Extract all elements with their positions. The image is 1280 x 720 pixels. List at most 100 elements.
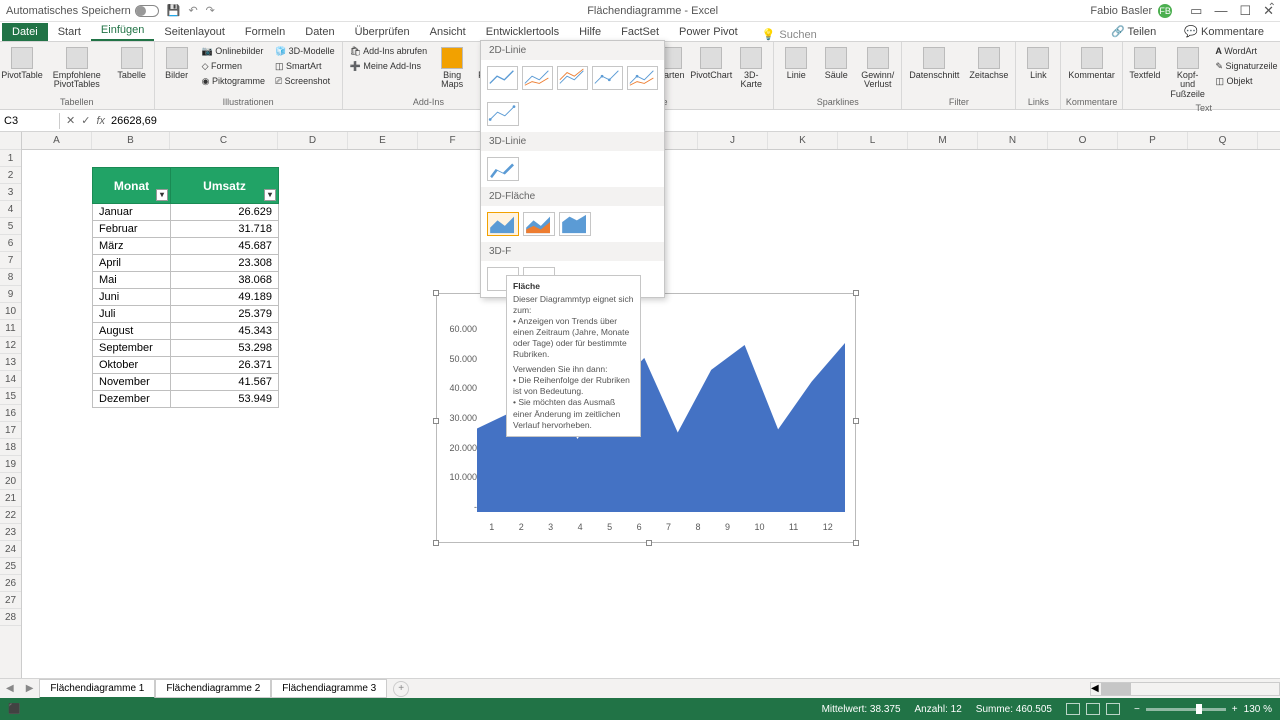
data-table[interactable]: Monat▾ Umsatz▾ Januar26.629 Februar31.71… bbox=[92, 167, 279, 408]
chart-object[interactable]: 60.00050.00040.00030.00020.00010.000- 12… bbox=[436, 293, 856, 543]
bing-icon bbox=[441, 47, 463, 69]
share-button[interactable]: 🔗 Teilen bbox=[1101, 22, 1166, 41]
tab-entwickler[interactable]: Entwicklertools bbox=[476, 23, 569, 41]
chart-type-dropdown[interactable]: 2D-Linie 3D-Linie 2D-Fläche 3D-F bbox=[480, 40, 665, 298]
sheet-nav-next[interactable]: ▶ bbox=[20, 683, 40, 694]
wordart[interactable]: 𝐀 WordArt bbox=[1215, 45, 1277, 58]
resize-handle[interactable] bbox=[433, 418, 439, 424]
resize-handle[interactable] bbox=[853, 418, 859, 424]
resize-handle[interactable] bbox=[433, 540, 439, 546]
filter-dropdown-icon[interactable]: ▾ bbox=[264, 189, 276, 201]
sparkline-winloss[interactable]: Gewinn/ Verlust bbox=[858, 45, 897, 92]
autosave-label: Automatisches Speichern bbox=[6, 5, 131, 17]
line-chart-6[interactable] bbox=[487, 102, 519, 126]
horizontal-scrollbar[interactable]: ◀ bbox=[1090, 682, 1280, 696]
search-box[interactable]: 💡 Suchen bbox=[762, 28, 817, 41]
redo-icon[interactable]: ↷ bbox=[206, 4, 215, 17]
autosave-toggle[interactable]: Automatisches Speichern bbox=[6, 5, 159, 17]
textbox-button[interactable]: Textfeld bbox=[1127, 45, 1163, 82]
maximize-icon[interactable]: ☐ bbox=[1239, 3, 1251, 19]
sheet-nav-prev[interactable]: ◀ bbox=[0, 683, 20, 694]
record-icon[interactable]: ⬛ bbox=[8, 704, 20, 715]
smartart[interactable]: ◫ SmartArt bbox=[275, 60, 335, 73]
3dmap-button[interactable]: 3D- Karte bbox=[733, 45, 769, 92]
line-chart-2[interactable] bbox=[522, 66, 553, 90]
group-kommentare: Kommentare bbox=[1065, 95, 1118, 108]
cancel-fx-icon[interactable]: ✕ bbox=[66, 114, 75, 127]
icons[interactable]: ◉ Piktogramme bbox=[202, 75, 265, 88]
fx-icon[interactable]: fx bbox=[96, 115, 105, 127]
tab-ueberpruefen[interactable]: Überprüfen bbox=[345, 23, 420, 41]
line-chart-4[interactable] bbox=[592, 66, 623, 90]
name-box[interactable]: C3 bbox=[0, 113, 60, 129]
object[interactable]: ◫ Objekt bbox=[1215, 75, 1277, 88]
section-3d-line: 3D-Linie bbox=[481, 132, 664, 151]
tab-file[interactable]: Datei bbox=[2, 23, 48, 41]
tab-ansicht[interactable]: Ansicht bbox=[420, 23, 476, 41]
line-chart-5[interactable] bbox=[627, 66, 658, 90]
accept-fx-icon[interactable]: ✓ bbox=[81, 114, 90, 127]
slicer-button[interactable]: Datenschnitt bbox=[906, 45, 962, 82]
timeline-button[interactable]: Zeitachse bbox=[966, 45, 1011, 82]
tab-start[interactable]: Start bbox=[48, 23, 91, 41]
screenshot[interactable]: ⎚ Screenshot bbox=[275, 75, 335, 88]
tab-hilfe[interactable]: Hilfe bbox=[569, 23, 611, 41]
pictures-button[interactable]: Bilder bbox=[159, 45, 195, 82]
add-sheet-button[interactable]: + bbox=[393, 681, 409, 697]
switch-icon[interactable] bbox=[135, 5, 159, 17]
get-addins[interactable]: 🛍 Add-Ins abrufen bbox=[350, 45, 427, 58]
resize-handle[interactable] bbox=[646, 540, 652, 546]
col-umsatz[interactable]: Umsatz▾ bbox=[171, 168, 279, 204]
3d-line-chart[interactable] bbox=[487, 157, 519, 181]
sheet-tab-1[interactable]: Flächendiagramme 1 bbox=[39, 679, 155, 699]
comments-button[interactable]: 💬 Kommentare bbox=[1174, 22, 1274, 41]
rec-pivottable-button[interactable]: Empfohlene PivotTables bbox=[44, 45, 110, 92]
tab-daten[interactable]: Daten bbox=[295, 23, 344, 41]
resize-handle[interactable] bbox=[853, 540, 859, 546]
col-monat[interactable]: Monat▾ bbox=[93, 168, 171, 204]
resize-handle[interactable] bbox=[853, 290, 859, 296]
my-addins[interactable]: ➕ Meine Add-Ins bbox=[350, 60, 427, 73]
shapes[interactable]: ◇ Formen bbox=[202, 60, 265, 73]
tab-einfuegen[interactable]: Einfügen bbox=[91, 21, 154, 41]
area-chart-1[interactable] bbox=[487, 212, 519, 236]
save-icon[interactable]: 💾 bbox=[167, 4, 181, 17]
pivotchart-button[interactable]: PivotChart bbox=[693, 45, 729, 82]
area-chart-2[interactable] bbox=[523, 212, 555, 236]
zoom-slider[interactable] bbox=[1146, 708, 1226, 711]
comment-button[interactable]: Kommentar bbox=[1065, 45, 1118, 82]
user-account[interactable]: Fabio Basler FB bbox=[1090, 4, 1172, 18]
tab-factset[interactable]: FactSet bbox=[611, 23, 669, 41]
table-button[interactable]: Tabelle bbox=[114, 45, 150, 82]
signature[interactable]: ✎ Signaturzeile bbox=[1215, 60, 1277, 73]
formula-value[interactable]: 26628,69 bbox=[111, 115, 157, 127]
tab-formeln[interactable]: Formeln bbox=[235, 23, 295, 41]
3d-models[interactable]: 🧊 3D-Modelle bbox=[275, 45, 335, 58]
view-buttons[interactable] bbox=[1066, 703, 1120, 715]
zoom-control[interactable]: −+ 130 % bbox=[1134, 704, 1272, 715]
sparkline-col[interactable]: Säule bbox=[818, 45, 854, 82]
link-button[interactable]: Link bbox=[1020, 45, 1056, 82]
link-icon bbox=[1027, 47, 1049, 69]
collapse-ribbon-icon[interactable]: ⌃ bbox=[1268, 2, 1276, 13]
ribbon-options-icon[interactable]: ▭ bbox=[1190, 3, 1202, 19]
rec-pivot-icon bbox=[66, 47, 88, 69]
area-chart-3[interactable] bbox=[559, 212, 591, 236]
pivottable-button[interactable]: PivotTable bbox=[4, 45, 40, 82]
filter-dropdown-icon[interactable]: ▾ bbox=[156, 189, 168, 201]
resize-handle[interactable] bbox=[433, 290, 439, 296]
line-chart-1[interactable] bbox=[487, 66, 518, 90]
bing-maps[interactable]: Bing Maps bbox=[434, 45, 470, 92]
tab-seitenlayout[interactable]: Seitenlayout bbox=[154, 23, 235, 41]
tab-powerpivot[interactable]: Power Pivot bbox=[669, 23, 748, 41]
status-bar: ⬛ Mittelwert: 38.375 Anzahl: 12 Summe: 4… bbox=[0, 698, 1280, 720]
sheet-tab-2[interactable]: Flächendiagramme 2 bbox=[155, 679, 271, 698]
comment-icon bbox=[1081, 47, 1103, 69]
sparkline-line[interactable]: Linie bbox=[778, 45, 814, 82]
minimize-icon[interactable]: — bbox=[1214, 3, 1227, 19]
line-chart-3[interactable] bbox=[557, 66, 588, 90]
online-pictures[interactable]: 📷 Onlinebilder bbox=[202, 45, 265, 58]
undo-icon[interactable]: ↶ bbox=[188, 4, 197, 17]
header-footer-button[interactable]: Kopf- und Fußzeile bbox=[1167, 45, 1209, 101]
sheet-tab-3[interactable]: Flächendiagramme 3 bbox=[271, 679, 387, 698]
